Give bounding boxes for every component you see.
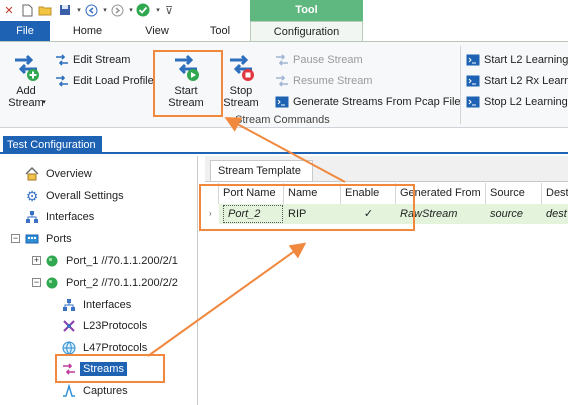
- network-icon: [25, 210, 39, 224]
- tree-label: L47Protocols: [83, 342, 148, 354]
- gear-icon: ⚙: [25, 187, 39, 204]
- column-header-source[interactable]: Source: [486, 183, 542, 204]
- pause-stream-button[interactable]: Pause Stream: [275, 51, 363, 69]
- pause-stream-label: Pause Stream: [293, 54, 363, 66]
- tree-item-overall-settings[interactable]: ⚙ Overall Settings: [25, 186, 124, 206]
- tree-item-l23-protocols[interactable]: L23Protocols: [62, 316, 147, 336]
- stop-l2-learning-label: Stop L2 Learning: [484, 96, 568, 108]
- tree-label: Interfaces: [46, 211, 95, 223]
- tree-label: Port_2 //70.1.1.200/2/2: [66, 277, 178, 289]
- highlight-stream-row: [199, 184, 415, 231]
- pause-stream-icon: [275, 53, 289, 67]
- column-header-destination[interactable]: Destination: [542, 183, 568, 204]
- stop-l2-learning-button[interactable]: Stop L2 Learning: [466, 93, 568, 111]
- ribbon-tab-bar: File Home View Tool Configuration: [0, 21, 568, 41]
- apply-check-icon[interactable]: [136, 3, 150, 17]
- globe-icon: [62, 341, 76, 355]
- terminal-icon: [275, 95, 289, 109]
- tab-file[interactable]: File: [0, 21, 50, 41]
- customize-toolbar-icon[interactable]: ⊽: [162, 3, 176, 17]
- expand-port1-icon[interactable]: +: [32, 256, 41, 265]
- tree-item-port2-interfaces[interactable]: Interfaces: [62, 295, 131, 315]
- l23-protocols-icon: [62, 319, 76, 333]
- stop-stream-button[interactable]: Stop Stream: [218, 52, 264, 109]
- tree-label: Captures: [83, 385, 128, 397]
- resume-stream-label: Resume Stream: [293, 75, 373, 87]
- tree-item-captures[interactable]: Captures: [62, 381, 128, 401]
- add-stream-label: Add Stream: [8, 85, 44, 109]
- tree-label: Interfaces: [83, 299, 132, 311]
- add-stream-icon: [11, 52, 41, 82]
- edit-stream-icon: [55, 53, 69, 67]
- context-tab-header: Tool: [250, 0, 363, 21]
- tree-label: Overview: [46, 168, 92, 180]
- stream-commands-group-label: Stream Commands: [235, 114, 330, 126]
- tree-label: Overall Settings: [46, 190, 124, 202]
- tree-label: Port_1 //70.1.1.200/2/1: [66, 255, 178, 267]
- edit-load-profile-button[interactable]: Edit Load Profile: [55, 72, 154, 90]
- generate-streams-button[interactable]: Generate Streams From Pcap File: [275, 93, 461, 111]
- tab-tool[interactable]: Tool: [198, 21, 242, 41]
- tab-configuration[interactable]: Configuration: [250, 21, 363, 41]
- collapse-ports-icon[interactable]: −: [11, 234, 20, 243]
- tree-item-interfaces[interactable]: Interfaces: [25, 207, 94, 227]
- edit-stream-label: Edit Stream: [73, 54, 131, 66]
- cell-destination[interactable]: dest: [542, 204, 568, 224]
- app-logo-icon: ✕: [4, 4, 14, 17]
- back-icon[interactable]: [84, 3, 98, 17]
- open-folder-icon[interactable]: [38, 3, 52, 17]
- tree-label: Ports: [46, 233, 72, 245]
- edit-stream-button[interactable]: Edit Stream: [55, 51, 130, 69]
- highlight-start-stream: [153, 50, 223, 117]
- forward-icon[interactable]: [110, 3, 124, 17]
- tab-stream-template[interactable]: Stream Template: [210, 160, 313, 181]
- generate-streams-label: Generate Streams From Pcap File: [293, 96, 461, 108]
- port-status-icon: [45, 276, 59, 290]
- start-l2-learning-label: Start L2 Learning: [484, 54, 568, 66]
- edit-load-profile-icon: [55, 74, 69, 88]
- panel-title-tab[interactable]: Test Configuration: [3, 136, 102, 154]
- captures-icon: [62, 384, 76, 398]
- tab-home[interactable]: Home: [60, 21, 115, 41]
- start-l2-learning-button[interactable]: Start L2 Learning: [466, 51, 568, 69]
- new-file-icon[interactable]: [20, 3, 34, 17]
- ports-icon: [25, 232, 39, 246]
- highlight-streams-node: [55, 354, 165, 383]
- home-icon: [25, 167, 39, 181]
- tree-label: L23Protocols: [83, 320, 148, 332]
- start-l2-rx-learning-button[interactable]: Start L2 Rx Learning: [466, 72, 568, 90]
- tree-item-port2[interactable]: Port_2 //70.1.1.200/2/2: [45, 273, 178, 293]
- start-l2-rx-learning-label: Start L2 Rx Learning: [484, 75, 568, 87]
- add-stream-button[interactable]: Add Stream ▾: [4, 52, 48, 109]
- resume-stream-icon: [275, 74, 289, 88]
- ribbon: Add Stream ▾ Edit Stream Edit Load Profi…: [0, 41, 568, 128]
- stop-stream-label: Stop Stream: [223, 85, 259, 109]
- collapse-port2-icon[interactable]: −: [32, 278, 41, 287]
- tree-item-ports[interactable]: Ports: [25, 229, 72, 249]
- cell-source[interactable]: source: [486, 204, 542, 224]
- edit-load-profile-label: Edit Load Profile: [73, 75, 154, 87]
- network-icon: [62, 298, 76, 312]
- tab-view[interactable]: View: [133, 21, 181, 41]
- terminal-icon: [466, 95, 480, 109]
- save-icon[interactable]: [58, 3, 72, 17]
- ribbon-divider: [460, 46, 461, 124]
- resume-stream-button[interactable]: Resume Stream: [275, 72, 372, 90]
- tree-item-port1[interactable]: Port_1 //70.1.1.200/2/1: [45, 251, 178, 271]
- port-status-icon: [45, 254, 59, 268]
- terminal-icon: [466, 53, 480, 67]
- terminal-icon: [466, 74, 480, 88]
- stop-stream-icon: [226, 52, 256, 82]
- tree-item-overview[interactable]: Overview: [25, 164, 92, 184]
